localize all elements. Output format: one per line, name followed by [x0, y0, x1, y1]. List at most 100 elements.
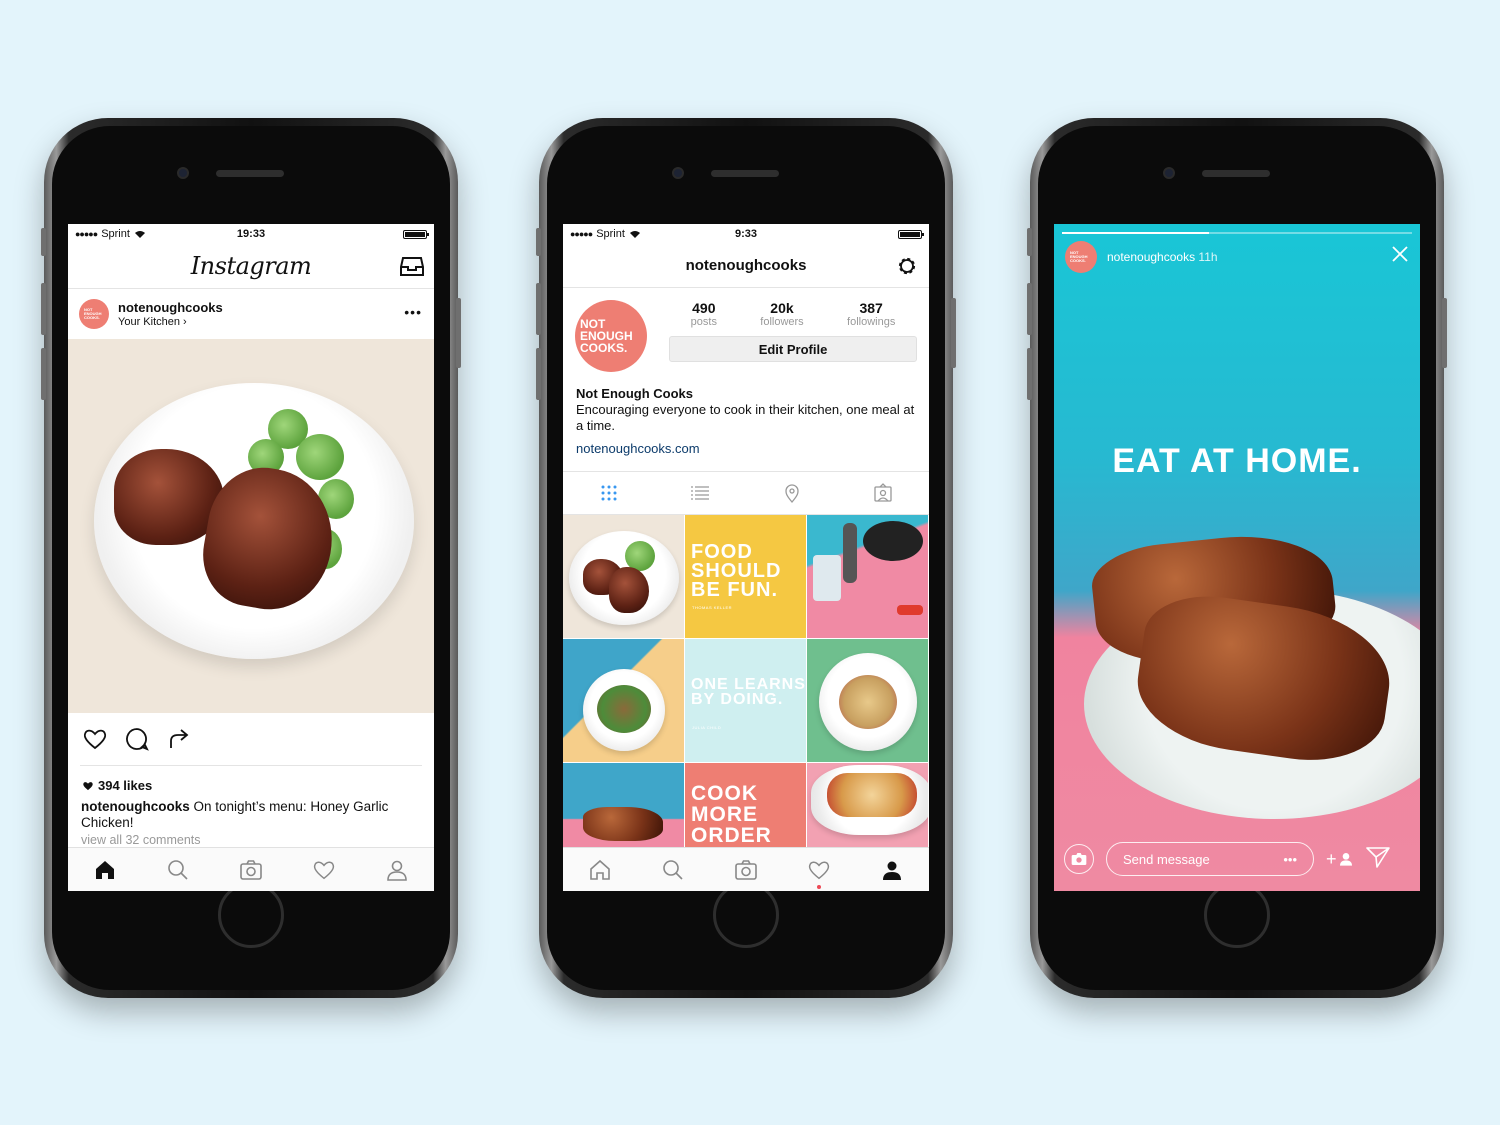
profile-screen: ●●●●● Sprint 9:33 notenoughcooks NOT ENOUG…: [563, 224, 929, 891]
post-caption: notenoughcooks On tonight’s menu: Honey …: [81, 799, 389, 830]
grid-post[interactable]: [563, 639, 684, 762]
search-icon: [662, 859, 683, 880]
view-comments-link[interactable]: view all 32 comments: [68, 831, 434, 847]
tab-profile[interactable]: [880, 858, 904, 882]
tab-bar: [68, 847, 434, 891]
phone-feed: ●●●●● Sprint 19:33 Instagram NOT ENOUGH COO…: [41, 118, 461, 998]
front-camera: [1163, 167, 1175, 179]
website-link[interactable]: notenoughcooks.com: [576, 441, 916, 457]
camera-icon: [240, 859, 262, 880]
grid-post[interactable]: FOOD SHOULD BE FUN. THOMAS KELLER: [685, 515, 806, 638]
profile-icon-filled: [883, 861, 902, 880]
more-options-icon[interactable]: •••: [404, 304, 422, 320]
feed-header: Instagram: [68, 244, 434, 289]
tab-search[interactable]: [166, 858, 190, 882]
earpiece: [1202, 170, 1270, 177]
tab-camera[interactable]: [239, 858, 263, 882]
wifi-icon: [134, 230, 145, 238]
notification-dot: [817, 884, 822, 889]
front-camera: [177, 167, 189, 179]
avatar[interactable]: NOT ENOUGH COOKS.: [1065, 241, 1097, 273]
tab-profile[interactable]: [385, 858, 409, 882]
tab-search[interactable]: [661, 858, 685, 882]
close-icon[interactable]: [1392, 246, 1408, 267]
status-bar: ●●●●● Sprint 19:33: [68, 224, 434, 244]
gear-icon[interactable]: [895, 254, 919, 283]
story-username[interactable]: notenoughcooks: [1107, 250, 1195, 264]
post-header: NOT ENOUGH COOKS. notenoughcooks Your Kitc…: [68, 289, 434, 339]
home-icon-filled: [95, 860, 114, 879]
home-icon: [589, 859, 610, 880]
tab-home[interactable]: [588, 858, 612, 882]
tab-camera[interactable]: [734, 858, 758, 882]
profile-header: notenoughcooks: [563, 244, 929, 288]
story-header: NOT ENOUGH COOKS. notenoughcooks 11h: [1065, 241, 1218, 273]
post-image[interactable]: [68, 339, 434, 713]
phone-story: NOT ENOUGH COOKS. notenoughcooks 11h EAT A…: [1027, 118, 1447, 998]
photo-grid: FOOD SHOULD BE FUN. THOMAS KELLER ONE LE…: [563, 515, 929, 886]
signal-icon: ●●●●●: [75, 229, 98, 239]
tab-activity[interactable]: [807, 858, 831, 889]
story-reply-bar: Send message ••• +: [1054, 841, 1420, 877]
heart-icon[interactable]: [82, 726, 108, 752]
instagram-logo[interactable]: Instagram: [191, 252, 312, 280]
avatar-large[interactable]: NOT ENOUGH COOKS.: [575, 300, 647, 372]
front-camera: [672, 167, 684, 179]
post-actions: [68, 713, 434, 765]
edit-profile-button[interactable]: Edit Profile: [669, 336, 917, 362]
feed-screen: ●●●●● Sprint 19:33 Instagram NOT ENOUGH COO…: [68, 224, 434, 891]
profile-view-tabs: [563, 471, 929, 515]
home-button[interactable]: [713, 882, 779, 948]
profile-icon: [387, 860, 408, 881]
likes-count[interactable]: 394 likes: [68, 766, 434, 793]
search-icon: [167, 859, 188, 880]
list-view-icon[interactable]: [690, 483, 710, 503]
send-message-input[interactable]: Send message •••: [1106, 842, 1314, 876]
stat-followings[interactable]: 387 followings: [847, 300, 895, 328]
earpiece: [711, 170, 779, 177]
status-bar: ●●●●● Sprint 9:33: [563, 224, 929, 244]
grid-post[interactable]: [807, 515, 928, 638]
send-icon[interactable]: [1365, 846, 1390, 873]
profile-stats: 490 posts 20k followers 387 followings: [669, 300, 917, 328]
camera-icon[interactable]: [1064, 844, 1094, 874]
share-icon[interactable]: [166, 726, 192, 752]
home-button[interactable]: [218, 882, 284, 948]
post-location[interactable]: Your Kitchen ›: [118, 316, 223, 328]
home-button[interactable]: [1204, 882, 1270, 948]
phone-profile: ●●●●● Sprint 9:33 notenoughcooks NOT ENOUG…: [536, 118, 956, 998]
camera-icon: [735, 859, 757, 880]
inbox-icon[interactable]: [400, 255, 424, 282]
tab-home[interactable]: [93, 858, 117, 882]
tab-bar: [563, 847, 929, 891]
story-headline: EAT AT HOME.: [1112, 442, 1362, 480]
story-screen[interactable]: NOT ENOUGH COOKS. notenoughcooks 11h EAT A…: [1054, 224, 1420, 891]
heart-icon: [313, 861, 335, 879]
avatar[interactable]: NOT ENOUGH COOKS.: [79, 299, 109, 329]
grid-post[interactable]: ONE LEARNS BY DOING. JULIA CHILD: [685, 639, 806, 762]
story-progress-bar: [1062, 232, 1412, 234]
tab-activity[interactable]: [312, 858, 336, 882]
profile-username: notenoughcooks: [685, 257, 807, 274]
battery-icon: [898, 229, 924, 239]
comment-icon[interactable]: [124, 726, 150, 752]
earpiece: [216, 170, 284, 177]
story-age: 11h: [1198, 250, 1218, 264]
stat-followers[interactable]: 20k followers: [760, 300, 803, 328]
heart-icon: [808, 861, 830, 879]
heart-filled-icon: [83, 782, 93, 791]
location-pin-icon[interactable]: [782, 483, 802, 503]
signal-icon: ●●●●●: [570, 229, 593, 239]
tagged-photos-icon[interactable]: [873, 483, 893, 503]
more-options-icon[interactable]: •••: [1283, 852, 1297, 867]
grid-view-icon[interactable]: [599, 483, 619, 503]
post-username[interactable]: notenoughcooks: [118, 300, 223, 315]
profile-summary: NOT ENOUGH COOKS. 490 posts 20k followers 38…: [563, 288, 929, 372]
add-person-icon[interactable]: +: [1326, 849, 1354, 870]
battery-icon: [403, 229, 429, 239]
wifi-icon: [629, 230, 640, 238]
grid-post[interactable]: [563, 515, 684, 638]
stat-posts[interactable]: 490 posts: [691, 300, 717, 328]
grid-post[interactable]: [807, 639, 928, 762]
profile-bio: Not Enough Cooks Encouraging everyone to…: [576, 386, 916, 457]
